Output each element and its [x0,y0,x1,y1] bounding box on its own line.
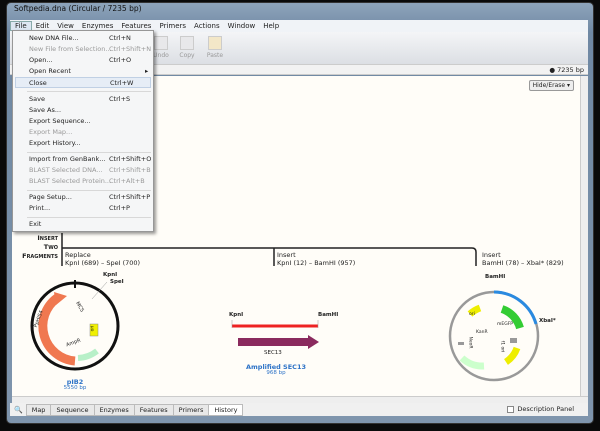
file-menu-dropdown: New DNA File... Ctrl+N New File from Sele… [12,30,154,232]
menu-edit[interactable]: Edit [32,22,54,30]
undo-icon [154,36,168,50]
feature-label: SEC13 [264,350,282,356]
site-bamhi: BamHI [485,274,506,280]
menu-separator [27,152,151,153]
tab-features[interactable]: Features [133,403,174,416]
menu-item-print[interactable]: Print... Ctrl+P [29,203,151,214]
menu-item-new-dna-file[interactable]: New DNA File... Ctrl+N [29,33,151,44]
feature-label: NeoR [467,336,473,349]
feature-label: ori [469,312,475,317]
menu-item-export-sequence[interactable]: Export Sequence... [29,116,151,127]
menu-item-save[interactable]: Save Ctrl+S [29,94,151,105]
tab-enzymes[interactable]: Enzymes [93,403,135,416]
plasmid-2-map[interactable] [448,290,540,382]
site-kpni: KpnI [229,312,244,318]
menu-item-open[interactable]: Open... Ctrl+O [29,55,151,66]
tab-history[interactable]: History [208,403,244,416]
menu-enzymes[interactable]: Enzymes [78,22,117,30]
site-bamhi: BamHI [318,312,339,318]
menu-item-save-as[interactable]: Save As... [29,105,151,116]
feature-label: f1 ori [499,340,505,353]
menu-view[interactable]: View [53,22,78,30]
plasmid-pib2-map[interactable] [30,280,120,371]
history-step-1[interactable]: Replace KpnI (689) – SpeI (700) [65,251,140,267]
checkbox[interactable] [507,405,515,413]
paste-icon [208,36,222,50]
menu-separator [27,190,151,191]
vertical-scrollbar[interactable] [580,76,588,396]
view-tabs: 🔍 Map Sequence Enzymes Features Primers … [10,403,588,416]
sequence-length: ● 7235 bp [549,66,584,74]
horizontal-scrollbar[interactable] [12,396,588,403]
menu-primers[interactable]: Primers [155,22,190,30]
copy-button[interactable]: Copy [176,36,198,59]
description-panel-toggle[interactable]: Description Panel [507,405,574,413]
amplified-sec13-fragment[interactable] [231,320,319,349]
history-step-2[interactable]: Insert KpnI (12) – BamHI (957) [277,251,355,267]
menu-item-page-setup[interactable]: Page Setup... Ctrl+Shift+P [29,192,151,203]
plasmid-size: 5550 bp [63,385,87,391]
history-step-3[interactable]: Insert BamHI (78) – XbaI* (829) [482,251,564,267]
history-heading: Insert Two Fragments [22,234,58,260]
fragment-size: 968 bp [266,370,286,376]
menu-item-export-history[interactable]: Export History... [29,138,151,149]
menu-item-close[interactable]: Close Ctrl+W [15,77,151,88]
tab-sequence[interactable]: Sequence [50,403,95,416]
feature-label: KanR [476,330,488,335]
menu-separator [27,217,151,218]
paste-button[interactable]: Paste [204,36,226,59]
menu-item-export-map: Export Map... [29,128,73,136]
copy-icon [180,36,194,50]
menu-item-import-genbank[interactable]: Import from GenBank... Ctrl+Shift+O [29,154,151,165]
menu-item-blast-protein: BLAST Selected Protein... Ctrl+Alt+B [29,177,145,185]
tab-map[interactable]: Map [25,403,52,416]
menu-item-open-recent[interactable]: Open Recent ▸ [29,66,151,77]
menu-actions[interactable]: Actions [190,22,224,30]
site-spei: SpeI [110,279,124,285]
menu-item-exit[interactable]: Exit [29,219,151,230]
site-kpni: KpnI [103,272,118,278]
tab-primers[interactable]: Primers [172,403,210,416]
site-xbai: XbaI* [539,318,556,324]
menu-window[interactable]: Window [224,22,260,30]
feature-label: ori [90,325,96,332]
menu-help[interactable]: Help [259,22,283,30]
menu-item-blast-dna: BLAST Selected DNA... Ctrl+Shift+B [29,166,151,174]
zoom-icon[interactable]: 🔍 [10,406,27,414]
window-title: Softpedia.dna (Circular / 7235 bp) [14,4,142,13]
menu-separator [27,91,151,92]
feature-label: mEGFP [497,322,514,327]
menu-item-new-from-selection: New File from Selection... Ctrl+Shift+N [29,45,152,53]
menu-features[interactable]: Features [117,22,155,30]
